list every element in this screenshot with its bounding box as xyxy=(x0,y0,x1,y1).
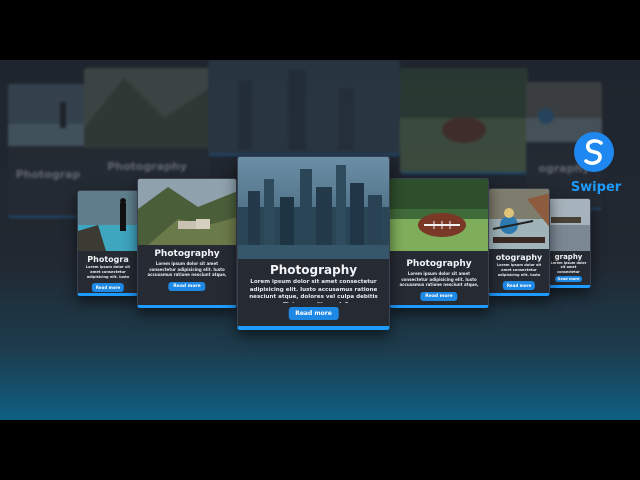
ghost-card-center-right xyxy=(400,68,528,174)
card-image xyxy=(390,179,488,251)
card-image xyxy=(238,157,389,259)
read-more-button[interactable]: Read more xyxy=(168,282,206,291)
card-title: Photography xyxy=(269,263,358,277)
ghost-image-city xyxy=(208,60,400,154)
card-title: Photography xyxy=(154,249,220,259)
read-more-button[interactable]: Read more xyxy=(502,281,536,290)
video-frame: Photograp Photography ography Photogra L… xyxy=(0,60,640,420)
ghost-card-left: Photograp xyxy=(8,84,88,218)
slide-card-center-active[interactable]: Photography Lorem ipsum dolor sit amet c… xyxy=(237,156,390,330)
slide-card-far-right[interactable]: otography Lorem ipsum dolor sit amet con… xyxy=(488,188,550,296)
swiper-wordmark: Swiper xyxy=(570,180,622,195)
card-text: Lorem ipsum dolor sit amet consectetur a… xyxy=(399,271,479,288)
letterbox-top xyxy=(0,0,640,60)
ghost-image-lake xyxy=(8,84,88,146)
card-image xyxy=(547,199,590,251)
card-image xyxy=(489,189,549,249)
letterbox-bottom xyxy=(0,420,640,480)
ghost-image-mountain xyxy=(84,68,210,148)
swiper-logo: Swiper xyxy=(568,132,624,202)
slide-card-far-left[interactable]: Photogra Lorem ipsum dolor sit amet cons… xyxy=(77,190,139,296)
slide-card-left[interactable]: Photography Lorem ipsum dolor sit amet c… xyxy=(137,178,237,308)
read-more-button[interactable]: Read more xyxy=(554,276,583,282)
ghost-card-title: Photography xyxy=(107,160,187,173)
ghost-image-football xyxy=(400,68,528,172)
card-text: Lorem ipsum dolor sit amet consectetur a… xyxy=(249,279,378,303)
ghost-card-title: Photograp xyxy=(15,168,81,181)
read-more-button[interactable]: Read more xyxy=(288,307,339,320)
read-more-button[interactable]: Read more xyxy=(420,292,458,301)
card-image xyxy=(78,191,138,251)
card-title: Photogra xyxy=(87,255,129,264)
card-title: otography xyxy=(495,253,543,262)
card-text: Lorem ipsum dolor sit amet consectetur a… xyxy=(85,265,131,279)
read-more-button[interactable]: Read more xyxy=(91,283,125,292)
card-text: Lorem ipsum dolor sit amet consectetur a… xyxy=(550,261,587,274)
card-title: graphy xyxy=(554,253,583,261)
card-title: Photography xyxy=(406,259,472,269)
card-image xyxy=(138,179,236,245)
ghost-card-center xyxy=(208,60,400,156)
slide-card-edge-right[interactable]: graphy Lorem ipsum dolor sit amet consec… xyxy=(546,198,591,288)
card-text: Lorem ipsum dolor sit amet consectetur a… xyxy=(496,263,542,277)
slide-card-right[interactable]: Photography Lorem ipsum dolor sit amet c… xyxy=(389,178,489,308)
card-text: Lorem ipsum dolor sit amet consectetur a… xyxy=(147,261,227,278)
swiper-s-logo-icon xyxy=(574,132,614,172)
